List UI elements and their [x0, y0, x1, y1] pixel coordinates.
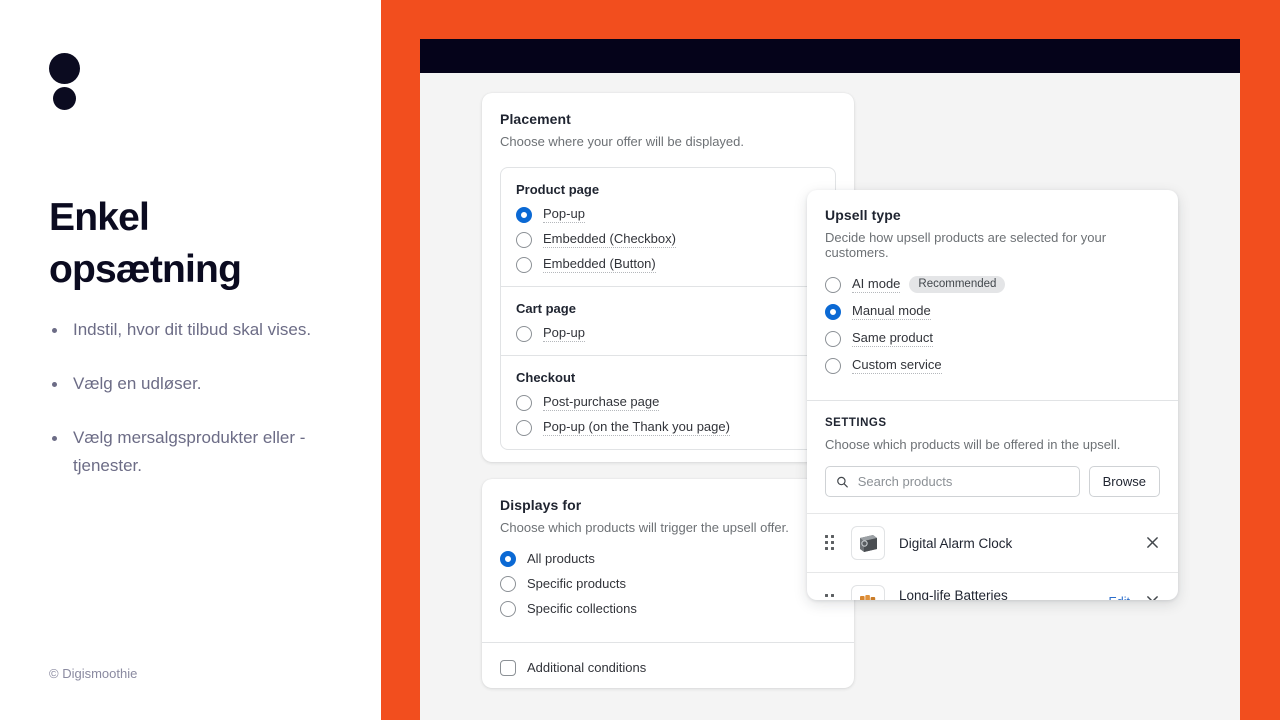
close-glyph: [1147, 537, 1158, 548]
placement-subtitle: Choose where your offer will be displaye…: [500, 134, 745, 149]
close-icon[interactable]: [1146, 595, 1160, 600]
radio-label: Same product: [852, 330, 933, 347]
list-item: Vælg mersalgsprodukter eller -tjenester.: [49, 424, 339, 480]
logo-dot-small: [53, 87, 76, 110]
placement-options-box: Product page Pop-up Embedded (Checkbox) …: [500, 167, 836, 450]
browse-button[interactable]: Browse: [1088, 466, 1160, 497]
radio-label: Pop-up: [543, 206, 585, 223]
radio-option-product-popup[interactable]: Pop-up: [516, 206, 820, 223]
radio-indicator[interactable]: [516, 325, 532, 342]
list-item[interactable]: Digital Alarm Clock: [807, 513, 1178, 572]
placement-group-checkout: Checkout Post-purchase page Pop-up (on t…: [501, 355, 835, 449]
radio-indicator[interactable]: [825, 357, 841, 374]
left-marketing-panel: Enkel opsætning Indstil, hvor dit tilbud…: [0, 0, 381, 720]
radio-option-thankyou-popup[interactable]: Pop-up (on the Thank you page): [516, 419, 820, 436]
drag-handle-icon[interactable]: [825, 594, 837, 600]
product-name: Long-life Batteries: [899, 587, 1008, 601]
placement-group-cart-page: Cart page Pop-up: [501, 286, 835, 355]
radio-label: Pop-up (on the Thank you page): [543, 419, 730, 436]
displays-radio-group: All products Specific products Specific …: [500, 551, 836, 617]
radio-option-all-products[interactable]: All products: [500, 551, 836, 567]
group-label: Cart page: [516, 301, 576, 316]
radio-label: Pop-up: [543, 325, 585, 342]
radio-label: Embedded (Button): [543, 256, 656, 273]
product-name: Digital Alarm Clock: [899, 535, 1013, 551]
edit-link[interactable]: Edit: [1108, 595, 1130, 600]
screenshot-root: Enkel opsætning Indstil, hvor dit tilbud…: [0, 0, 1280, 720]
radio-indicator[interactable]: [516, 394, 532, 411]
radio-option-same-product[interactable]: Same product: [825, 330, 1160, 347]
feature-bullet-list: Indstil, hvor dit tilbud skal vises. Væl…: [49, 316, 339, 506]
radio-indicator[interactable]: [516, 419, 532, 436]
list-item: Indstil, hvor dit tilbud skal vises.: [49, 316, 339, 344]
displays-title: Displays for: [500, 497, 582, 513]
group-label: Product page: [516, 182, 600, 197]
page-title: Enkel opsætning: [49, 196, 242, 291]
radio-label: Embedded (Checkbox): [543, 231, 676, 248]
settings-heading: SETTINGS: [825, 417, 887, 429]
radio-option-cart-popup[interactable]: Pop-up: [516, 325, 820, 342]
radio-label: Specific collections: [527, 601, 637, 616]
batteries-icon: [860, 595, 876, 600]
status-badge: Recommended: [909, 276, 1006, 293]
alarm-clock-icon: [860, 535, 877, 552]
two-dots-logo-icon: [49, 53, 83, 125]
search-input[interactable]: [857, 474, 1069, 489]
radio-indicator[interactable]: [500, 576, 516, 592]
list-item[interactable]: Long-life Batteries 4-pack, 8-pack, 12-p…: [807, 572, 1178, 600]
radio-label: Post-purchase page: [543, 394, 660, 411]
close-icon[interactable]: [1146, 536, 1160, 550]
radio-label: Custom service: [852, 357, 942, 374]
placement-card: Placement Choose where your offer will b…: [482, 93, 854, 462]
radio-indicator[interactable]: [516, 231, 532, 248]
additional-conditions-checkbox-row[interactable]: Additional conditions: [500, 660, 836, 676]
app-topbar: [420, 39, 1240, 73]
search-field-wrapper[interactable]: [825, 466, 1080, 497]
upsell-type-radio-group: AI mode Recommended Manual mode Same pro…: [807, 276, 1178, 400]
checkbox-label: Additional conditions: [527, 660, 647, 675]
logo-dot-large: [49, 53, 80, 84]
product-thumbnail-batteries: [851, 585, 885, 600]
radio-label: Specific products: [527, 576, 626, 591]
radio-option-specific-collections[interactable]: Specific collections: [500, 601, 836, 617]
radio-label: AI mode: [852, 276, 901, 293]
radio-indicator[interactable]: [500, 551, 516, 567]
placement-title: Placement: [500, 111, 571, 127]
group-label: Checkout: [516, 370, 576, 385]
radio-option-embedded-checkbox[interactable]: Embedded (Checkbox): [516, 231, 820, 248]
close-glyph: [1147, 596, 1158, 600]
placement-group-product-page: Product page Pop-up Embedded (Checkbox) …: [501, 168, 835, 286]
radio-option-post-purchase[interactable]: Post-purchase page: [516, 394, 820, 411]
radio-indicator[interactable]: [516, 206, 532, 223]
radio-option-embedded-button[interactable]: Embedded (Button): [516, 256, 820, 273]
drag-handle-icon[interactable]: [825, 535, 837, 551]
search-icon: [837, 476, 848, 488]
radio-indicator[interactable]: [825, 330, 841, 347]
settings-subtitle: Choose which products will be offered in…: [825, 437, 1121, 452]
radio-indicator[interactable]: [825, 276, 841, 293]
list-item: Vælg en udløser.: [49, 370, 339, 398]
displays-for-card: Displays for Choose which products will …: [482, 479, 854, 688]
upsell-title: Upsell type: [825, 207, 901, 223]
radio-option-specific-products[interactable]: Specific products: [500, 576, 836, 592]
radio-option-ai-mode[interactable]: AI mode Recommended: [825, 276, 1160, 293]
settings-section: SETTINGS Choose which products will be o…: [807, 401, 1178, 513]
radio-label: Manual mode: [852, 303, 931, 320]
copyright-footer: © Digismoothie: [49, 666, 138, 681]
radio-indicator[interactable]: [825, 303, 841, 320]
displays-subtitle: Choose which products will trigger the u…: [500, 520, 789, 535]
checkbox-indicator[interactable]: [500, 660, 516, 676]
upsell-subtitle: Decide how upsell products are selected …: [825, 230, 1107, 260]
radio-indicator[interactable]: [500, 601, 516, 617]
radio-label: All products: [527, 551, 595, 566]
radio-option-custom-service[interactable]: Custom service: [825, 357, 1160, 374]
radio-option-manual-mode[interactable]: Manual mode: [825, 303, 1160, 320]
product-thumbnail-alarm-clock: [851, 526, 885, 560]
upsell-type-panel: Upsell type Decide how upsell products a…: [807, 190, 1178, 600]
radio-indicator[interactable]: [516, 256, 532, 273]
